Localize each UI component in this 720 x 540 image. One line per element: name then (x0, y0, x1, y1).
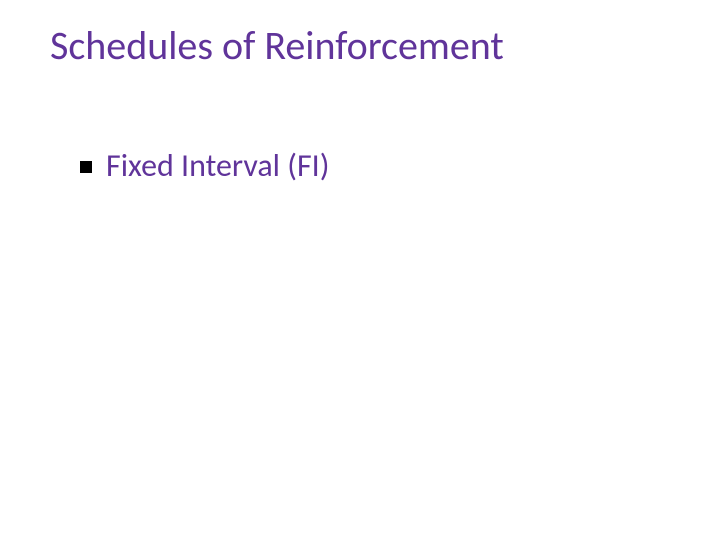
list-item: Fixed Interval (FI) (80, 148, 670, 183)
bullet-text: Fixed Interval (FI) (106, 148, 329, 183)
slide: Schedules of Reinforcement Fixed Interva… (0, 0, 720, 540)
slide-title: Schedules of Reinforcement (50, 24, 670, 68)
square-bullet-icon (80, 161, 92, 173)
slide-content: Fixed Interval (FI) (50, 148, 670, 183)
